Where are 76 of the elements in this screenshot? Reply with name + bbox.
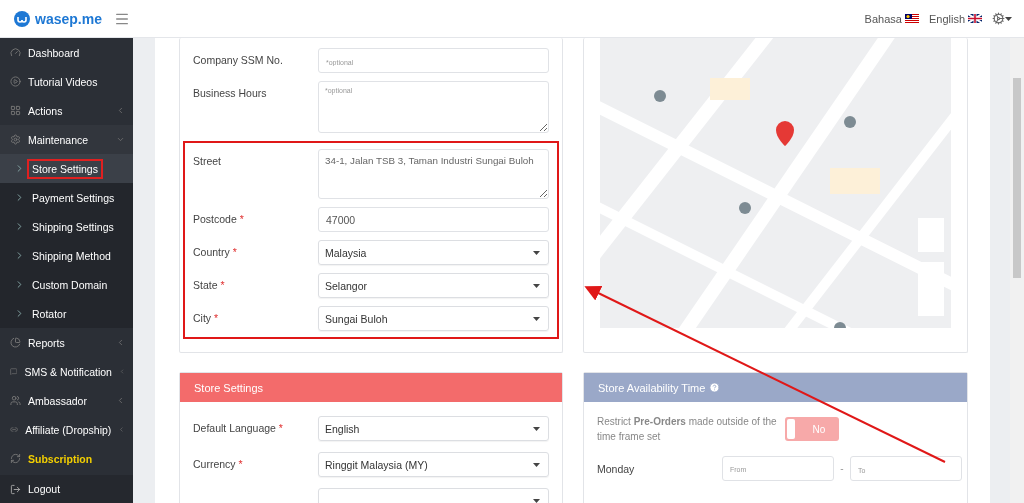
select-field[interactable]: English (318, 416, 549, 441)
nav-icon (10, 395, 21, 406)
nav-icon (10, 76, 21, 87)
caret-icon (533, 316, 540, 321)
required-mark: * (214, 312, 219, 324)
day-label: Monday (597, 462, 636, 475)
help-icon[interactable] (709, 382, 721, 393)
sidebar-item[interactable]: Dashboard (0, 38, 133, 67)
field-label: Default Language * (193, 421, 284, 434)
sidebar-item[interactable]: Maintenance (0, 125, 133, 154)
nav-icon (10, 337, 21, 348)
field-label: Country * (193, 245, 238, 258)
chevron-icon (118, 425, 125, 434)
card-header: Store Settings (180, 373, 562, 402)
caret-icon (533, 250, 540, 255)
scrollbar[interactable] (1010, 38, 1024, 503)
chevron-icon (116, 396, 125, 405)
text-area[interactable]: 34-1, Jalan TSB 3, Taman Industri Sungai Buloh (318, 149, 549, 199)
select-field[interactable]: Selangor (318, 273, 549, 298)
sidebar-item[interactable]: Affiliate (Dropship) (0, 415, 133, 444)
sidebar-item[interactable]: Rotator (0, 299, 133, 328)
sidebar-item[interactable]: Shipping Method (0, 241, 133, 270)
sidebar-item[interactable]: Shipping Settings (0, 212, 133, 241)
nav-icon (10, 366, 18, 377)
required-mark: * (232, 246, 237, 258)
sidebar-item[interactable]: SMS & Notification (0, 357, 133, 386)
caret-icon (533, 462, 540, 467)
chevron-icon (116, 106, 125, 115)
range-separator: - (839, 463, 845, 474)
chevron-icon (14, 250, 25, 261)
field-label: State * (193, 278, 226, 291)
field-label: Currency * (193, 457, 244, 470)
nav-icon (10, 424, 19, 435)
language-link[interactable]: English (928, 12, 982, 25)
logo-text: wasep.me (35, 10, 102, 27)
field-label: Business Hours (193, 86, 268, 99)
text-field[interactable]: 47000 (318, 207, 549, 232)
caret-icon (1005, 16, 1012, 21)
field-label: City * (193, 311, 220, 324)
required-mark: * (220, 279, 225, 291)
sidebar-item[interactable]: Payment Settings (0, 183, 133, 212)
required-mark: * (238, 458, 243, 470)
nav-icon (10, 453, 21, 464)
caret-icon (533, 498, 540, 503)
sidebar-item[interactable]: Subscription (0, 444, 133, 473)
field-label: Company SSM No. (193, 53, 284, 66)
settings-icon[interactable] (992, 12, 1005, 25)
sidebar-item[interactable]: Reports (0, 328, 133, 357)
sidebar-item[interactable]: Actions (0, 96, 133, 125)
sidebar-item[interactable]: Store Settings (0, 154, 133, 183)
nav-icon (10, 47, 21, 58)
logo-icon (14, 10, 30, 27)
caret-icon (533, 426, 540, 431)
nav-icon (10, 105, 21, 116)
sidebar-item[interactable]: Custom Domain (0, 270, 133, 299)
field-label: Street (193, 154, 222, 167)
chevron-icon (116, 338, 125, 347)
restrict-text: Restrict Pre-Orders made outside of the time frame set (597, 415, 778, 444)
card-header: Store Availability Time (598, 381, 706, 394)
language-link[interactable]: Bahasa (864, 12, 919, 25)
select-field[interactable]: Ringgit Malaysia (MY) (318, 452, 549, 477)
chevron-icon (116, 135, 125, 144)
sidebar-item[interactable]: Ambassador (0, 386, 133, 415)
logout-icon (10, 483, 21, 495)
sidebar-item[interactable]: Tutorial Videos (0, 67, 133, 96)
required-mark: * (239, 213, 244, 225)
required-mark: * (278, 422, 283, 434)
select-field[interactable]: Malaysia (318, 240, 549, 265)
field-label: Postcode * (193, 212, 245, 225)
logout-link[interactable]: Logout (0, 475, 133, 503)
uk-flag-icon (968, 14, 982, 23)
malaysia-flag-icon (904, 14, 919, 23)
nav-icon (10, 134, 21, 145)
select-field[interactable]: Sungai Buloh (318, 306, 549, 331)
chevron-icon (118, 367, 125, 376)
caret-icon (533, 283, 540, 288)
